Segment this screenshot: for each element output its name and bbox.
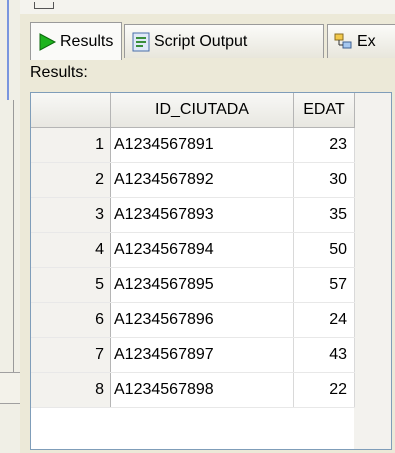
row-number-cell[interactable]: 8 — [31, 372, 111, 408]
table-header-row: ID_CIUTADA EDAT — [31, 93, 355, 128]
row-number-cell[interactable]: 5 — [31, 267, 111, 303]
edat-cell[interactable]: 43 — [293, 337, 355, 373]
id-ciutada-cell[interactable]: A1234567896 — [110, 302, 294, 338]
edat-cell[interactable]: 24 — [293, 302, 355, 338]
grid-empty-area — [354, 93, 391, 449]
results-table: ID_CIUTADA EDAT 1 A1234567891 23 2 A12345678… — [31, 93, 355, 408]
table-body: 1 A1234567891 23 2 A1234567892 30 3 A1234567893… — [31, 127, 355, 408]
id-ciutada-cell[interactable]: A1234567897 — [110, 337, 294, 373]
tab-explain[interactable]: Ex — [327, 24, 395, 58]
tab-script-output-label: Script Output — [154, 32, 248, 50]
table-row[interactable]: 5 A1234567895 57 — [31, 267, 355, 303]
row-number-header[interactable] — [31, 93, 111, 128]
edat-cell[interactable]: 35 — [293, 197, 355, 233]
row-number-cell[interactable]: 4 — [31, 232, 111, 268]
results-caption: Results: — [30, 64, 88, 81]
edat-cell[interactable]: 57 — [293, 267, 355, 303]
tab-script-output[interactable]: Script Output — [124, 24, 324, 58]
row-number-cell[interactable]: 1 — [31, 127, 111, 163]
table-row[interactable]: 6 A1234567896 24 — [31, 302, 355, 338]
edat-cell[interactable]: 23 — [293, 127, 355, 163]
gutter-marker — [7, 0, 9, 100]
tab-results[interactable]: Results — [30, 22, 122, 60]
id-ciutada-cell[interactable]: A1234567893 — [110, 197, 294, 233]
editor-cursor-fragment — [34, 2, 54, 9]
edat-cell[interactable]: 50 — [293, 232, 355, 268]
edat-cell[interactable]: 30 — [293, 162, 355, 198]
editor-bottom-edge — [20, 0, 395, 14]
id-ciutada-cell[interactable]: A1234567892 — [110, 162, 294, 198]
play-icon — [37, 32, 57, 52]
id-ciutada-cell[interactable]: A1234567898 — [110, 372, 294, 408]
table-row[interactable]: 7 A1234567897 43 — [31, 337, 355, 373]
script-icon — [131, 32, 151, 52]
id-ciutada-cell[interactable]: A1234567894 — [110, 232, 294, 268]
edat-cell[interactable]: 22 — [293, 372, 355, 408]
row-number-cell[interactable]: 3 — [31, 197, 111, 233]
splitter-handle[interactable] — [0, 372, 20, 404]
table-row[interactable]: 1 A1234567891 23 — [31, 127, 355, 163]
tab-results-label: Results — [60, 32, 114, 50]
output-tab-bar: Results Script Output Ex — [30, 22, 395, 60]
tab-explain-label: Ex — [357, 32, 376, 50]
table-row[interactable]: 8 A1234567898 22 — [31, 372, 355, 408]
id-ciutada-cell[interactable]: A1234567895 — [110, 267, 294, 303]
column-header-id-ciutada[interactable]: ID_CIUTADA — [110, 93, 294, 128]
id-ciutada-cell[interactable]: A1234567891 — [110, 127, 294, 163]
table-row[interactable]: 3 A1234567893 35 — [31, 197, 355, 233]
explain-plan-icon — [334, 32, 354, 52]
left-editor-gutter — [0, 0, 20, 453]
results-grid[interactable]: ID_CIUTADA EDAT 1 A1234567891 23 2 A12345678… — [30, 92, 392, 450]
row-number-cell[interactable]: 6 — [31, 302, 111, 338]
table-row[interactable]: 4 A1234567894 50 — [31, 232, 355, 268]
row-number-cell[interactable]: 2 — [31, 162, 111, 198]
column-header-edat[interactable]: EDAT — [293, 93, 355, 128]
gutter-divider — [13, 100, 14, 400]
row-number-cell[interactable]: 7 — [31, 337, 111, 373]
table-row[interactable]: 2 A1234567892 30 — [31, 162, 355, 198]
